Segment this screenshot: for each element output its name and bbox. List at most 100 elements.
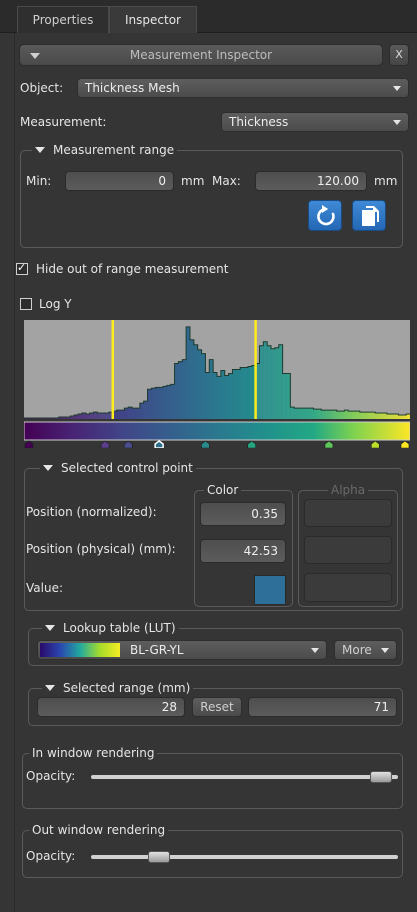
histogram-bar xyxy=(155,387,160,419)
in-window-rendering-title: In window rendering xyxy=(29,746,158,760)
measurement-label: Measurement: xyxy=(20,115,107,129)
min-unit: mm xyxy=(181,174,205,188)
histogram-bar xyxy=(282,373,287,419)
histogram-bar xyxy=(162,386,168,419)
control-point-marker[interactable] xyxy=(400,440,410,448)
measurement-range-title[interactable]: Measurement range xyxy=(32,143,178,157)
histogram-bar xyxy=(213,372,218,419)
position-normalized-label: Position (normalized): xyxy=(26,505,157,519)
tab-properties[interactable]: Properties xyxy=(17,6,109,33)
color-swatch[interactable] xyxy=(254,575,286,605)
lut-preview xyxy=(40,643,120,657)
histogram-bar xyxy=(348,411,353,419)
histogram-bar xyxy=(274,347,280,419)
histogram-bar xyxy=(247,366,253,419)
control-point-marker[interactable] xyxy=(247,440,257,448)
histogram-bar xyxy=(375,413,380,419)
control-point-marker[interactable] xyxy=(24,440,34,448)
hide-out-of-range-label: Hide out of range measurement xyxy=(36,262,229,276)
histogram-bar xyxy=(124,408,129,419)
selected-range-title[interactable]: Selected range (mm) xyxy=(42,681,194,695)
reset-range-button[interactable] xyxy=(308,200,342,231)
collapse-triangle-icon xyxy=(43,465,53,471)
collapse-triangle-icon xyxy=(35,147,45,153)
histogram-bar xyxy=(189,339,195,419)
histogram-chart[interactable] xyxy=(24,320,410,448)
log-y-label: Log Y xyxy=(39,297,72,311)
histogram-bar xyxy=(309,408,314,419)
selected-range-min-field[interactable]: 28 xyxy=(37,697,185,717)
histogram-bar xyxy=(186,326,191,419)
copy-range-button[interactable] xyxy=(352,200,386,231)
in-window-opacity-handle[interactable] xyxy=(370,771,393,783)
out-window-rendering-group xyxy=(22,830,403,878)
histogram-bar xyxy=(174,363,179,419)
selected-control-point-title[interactable]: Selected control point xyxy=(40,461,196,475)
min-label: Min: xyxy=(26,174,52,188)
histogram-bar xyxy=(85,414,91,419)
control-point-marker[interactable] xyxy=(370,440,380,448)
hide-out-of-range-checkbox[interactable] xyxy=(16,261,28,275)
histogram-bar xyxy=(182,359,187,419)
object-combo[interactable]: Thickness Mesh xyxy=(77,78,409,98)
max-label: Max: xyxy=(212,174,241,188)
alpha-position-physical-box xyxy=(304,536,392,564)
histogram-bar xyxy=(105,413,110,419)
selected-range-reset-button[interactable]: Reset xyxy=(192,697,242,717)
position-physical-field[interactable]: 42.53 xyxy=(200,539,286,563)
value-label: Value: xyxy=(26,581,63,595)
lut-more-button[interactable]: More xyxy=(334,640,397,660)
histogram-bar xyxy=(294,408,299,419)
histogram-bar xyxy=(132,408,137,419)
min-field[interactable]: 0 xyxy=(65,171,174,191)
measurement-inspector-header[interactable]: Measurement Inspector xyxy=(19,44,383,66)
histogram-bar xyxy=(220,370,226,419)
out-window-opacity-label: Opacity: xyxy=(26,849,76,863)
more-label: More xyxy=(342,643,372,657)
histogram-bar xyxy=(193,344,199,419)
histogram-bar xyxy=(390,414,395,419)
histogram-bar xyxy=(359,412,365,419)
histogram-bar xyxy=(128,407,133,419)
histogram-bar xyxy=(101,413,106,419)
histogram-bar xyxy=(402,415,407,419)
control-point-marker[interactable] xyxy=(324,440,334,448)
measurement-combo-value: Thickness xyxy=(229,115,289,129)
lut-combo[interactable]: BL-GR-YL xyxy=(37,640,327,660)
histogram-bar xyxy=(305,408,311,419)
in-window-opacity-track[interactable] xyxy=(91,775,398,779)
control-point-marker[interactable] xyxy=(100,440,110,448)
max-field[interactable]: 120.00 xyxy=(255,171,367,191)
colormap-bar[interactable] xyxy=(24,421,410,441)
histogram-bar xyxy=(379,413,384,419)
histogram-bar xyxy=(120,410,125,419)
histogram-bar xyxy=(367,412,372,419)
histogram-bar xyxy=(217,376,222,419)
control-point-marker[interactable] xyxy=(123,440,133,448)
histogram-bar xyxy=(298,408,303,419)
collapse-triangle-icon xyxy=(45,685,55,691)
histogram-bar xyxy=(313,409,318,419)
control-point-marker[interactable] xyxy=(201,440,210,448)
out-window-opacity-track[interactable] xyxy=(91,855,398,859)
histogram-bar xyxy=(147,389,152,419)
position-normalized-field[interactable]: 0.35 xyxy=(200,502,286,526)
color-subgroup-title: Color xyxy=(204,483,242,497)
refresh-icon xyxy=(317,205,335,226)
selected-range-max-field[interactable]: 71 xyxy=(248,697,397,717)
control-point-marker[interactable] xyxy=(154,440,164,448)
lut-title[interactable]: Lookup table (LUT) xyxy=(42,621,179,635)
histogram-bar xyxy=(290,407,295,419)
control-points[interactable] xyxy=(24,440,410,448)
object-combo-value: Thickness Mesh xyxy=(85,81,180,95)
out-window-opacity-handle[interactable] xyxy=(148,851,170,863)
chevron-down-icon xyxy=(381,648,389,653)
log-y-checkbox[interactable] xyxy=(20,298,32,310)
close-button[interactable]: X xyxy=(389,44,409,66)
histogram-bar xyxy=(166,385,172,419)
histogram-bar xyxy=(321,410,326,419)
tab-inspector[interactable]: Inspector xyxy=(109,6,197,33)
lut-combo-value: BL-GR-YL xyxy=(130,643,184,657)
chevron-down-icon xyxy=(311,648,319,653)
measurement-combo[interactable]: Thickness xyxy=(221,112,409,132)
